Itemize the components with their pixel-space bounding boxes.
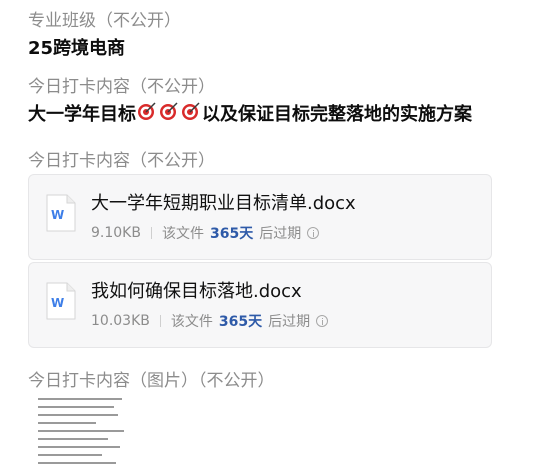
info-circle-icon[interactable] [316,315,329,327]
field-value-checkin-content: 大一学年目标 以及保证目标完整落地的实施方案 [28,100,472,127]
file-card[interactable]: W 我如何确保目标落地.docx 10.03KB 该文件 365天 后过期 [28,262,492,348]
file-name: 大一学年短期职业目标清单.docx [91,193,356,214]
checkin-text-prefix: 大一学年目标 [28,104,136,125]
thumbnail-text-line [38,446,120,448]
target-emoji-icon [136,102,202,127]
thumbnail-text-line [38,430,124,432]
thumbnail-text-line [38,414,118,416]
expiry-suffix: 后过期 [259,226,302,242]
svg-text:W: W [51,296,64,310]
svg-text:W: W [51,208,64,222]
field-label-checkin-image: 今日打卡内容（图片）（不公开） [28,371,275,391]
info-circle-icon[interactable] [307,227,320,239]
meta-divider [150,227,152,239]
file-size: 9.10KB [91,225,141,241]
file-meta: 9.10KB 该文件 365天 后过期 [91,223,320,243]
thumbnail-text-line [38,422,96,424]
field-value-major-class: 25跨境电商 [28,38,126,59]
expiry-prefix: 该文件 [170,314,213,330]
thumbnail-text-line [38,398,122,400]
expiry-suffix: 后过期 [268,314,311,330]
file-size: 10.03KB [91,313,150,329]
word-doc-icon: W [45,193,77,233]
checkin-text-suffix: 以及保证目标完整落地的实施方案 [202,104,472,125]
expiry-days: 365天 [218,314,263,330]
file-name: 我如何确保目标落地.docx [91,281,302,302]
field-label-checkin-files: 今日打卡内容（不公开） [28,151,215,171]
field-label-major-class: 专业班级（不公开） [28,11,181,31]
expiry-days: 365天 [209,226,254,242]
word-doc-icon: W [45,281,77,321]
thumbnail-text-line [38,454,102,456]
file-meta: 10.03KB 该文件 365天 后过期 [91,311,329,331]
image-thumbnail[interactable] [28,392,132,465]
meta-divider [159,315,161,327]
thumbnail-text-line [38,462,116,464]
thumbnail-text-line [38,438,108,440]
expiry-prefix: 该文件 [161,226,204,242]
field-label-checkin-content: 今日打卡内容（不公开） [28,77,215,97]
file-card[interactable]: W 大一学年短期职业目标清单.docx 9.10KB 该文件 365天 后过期 [28,174,492,260]
thumbnail-text-line [38,406,114,408]
